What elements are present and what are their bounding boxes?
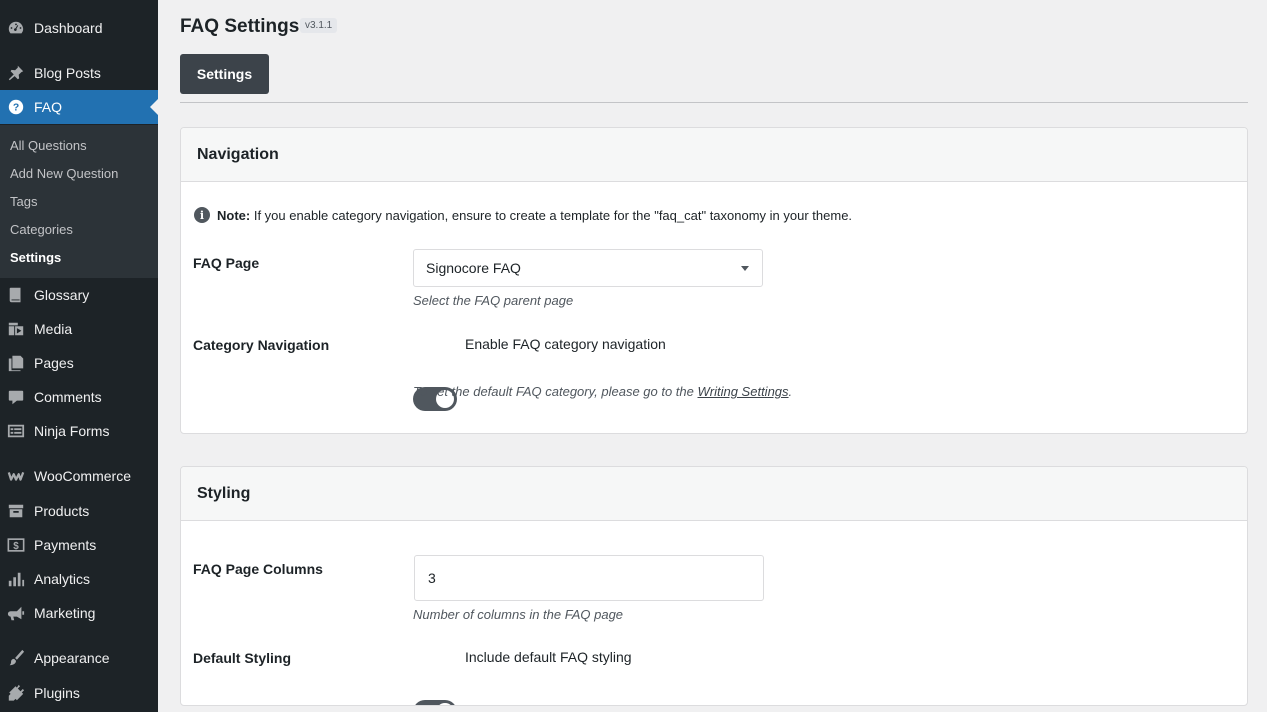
menu-item-ninja-forms[interactable]: Ninja Forms [0, 414, 158, 448]
menu-item-appearance[interactable]: Appearance [0, 641, 158, 675]
svg-text:$: $ [13, 541, 19, 552]
bar-chart-icon [6, 569, 26, 589]
media-icon [6, 319, 26, 339]
menu-item-woocommerce[interactable]: WooCommerce [0, 459, 158, 493]
menu-label: Products [34, 503, 90, 519]
woocommerce-icon [6, 466, 26, 486]
default-styling-label: Default Styling [193, 650, 292, 666]
toggle-knob [436, 703, 454, 705]
note-label: Note: [217, 207, 251, 223]
svg-text:?: ? [13, 103, 19, 114]
faq-page-help: Select the FAQ parent page [413, 293, 574, 308]
menu-label: Pages [34, 355, 74, 371]
writing-hint-end: . [788, 384, 793, 399]
faq-page-selected-value: Signocore FAQ [426, 260, 521, 276]
faq-page-columns-label: FAQ Page Columns [193, 561, 323, 577]
menu-label: Dashboard [34, 20, 103, 36]
version-badge: v3.1.1 [300, 18, 338, 33]
styling-card-title: Styling [181, 467, 1247, 521]
menu-label: Plugins [34, 685, 80, 701]
navigation-card: Navigation i Note: If you enable categor… [180, 127, 1248, 434]
menu-label: Payments [34, 537, 97, 553]
writing-hint-text: To set the default FAQ category, please … [413, 384, 698, 399]
question-circle-icon: ? [6, 97, 26, 117]
submenu-tags[interactable]: Tags [10, 194, 37, 209]
menu-item-media[interactable]: Media [0, 312, 158, 346]
menu-label: FAQ [34, 99, 63, 115]
plug-icon [6, 683, 26, 703]
megaphone-icon [6, 603, 26, 623]
menu-label: Blog Posts [34, 65, 101, 81]
submenu-settings[interactable]: Settings [10, 250, 61, 265]
info-icon: i [194, 207, 210, 223]
comment-icon [6, 387, 26, 407]
faq-submenu: All Questions Add New Question Tags Cate… [0, 125, 158, 278]
navigation-card-title: Navigation [181, 128, 1247, 182]
pages-icon [6, 353, 26, 373]
tab-settings[interactable]: Settings [180, 54, 269, 94]
menu-item-analytics[interactable]: Analytics [0, 562, 158, 596]
menu-label: Ninja Forms [34, 423, 110, 439]
chevron-down-icon [741, 266, 749, 271]
admin-sidebar: Dashboard Blog Posts ? FAQ All Questions… [0, 0, 158, 712]
faq-page-label: FAQ Page [193, 255, 260, 271]
book-icon [6, 285, 26, 305]
menu-item-blog-posts[interactable]: Blog Posts [0, 56, 158, 90]
menu-item-products[interactable]: Products [0, 494, 158, 528]
menu-label: Glossary [34, 287, 90, 303]
dashboard-icon [6, 18, 26, 38]
menu-label: WooCommerce [34, 468, 131, 484]
faq-page-columns-input[interactable] [414, 555, 764, 601]
menu-item-faq[interactable]: ? FAQ [0, 90, 158, 124]
menu-item-dashboard[interactable]: Dashboard [0, 11, 158, 45]
menu-item-comments[interactable]: Comments [0, 380, 158, 414]
menu-label: Appearance [34, 650, 110, 666]
form-icon [6, 421, 26, 441]
pin-icon [6, 63, 26, 83]
styling-card: Styling FAQ Page Columns Number of colum… [180, 466, 1248, 706]
default-styling-toggle-label: Include default FAQ styling [465, 649, 632, 665]
default-styling-toggle[interactable] [413, 700, 457, 705]
submenu-add-new-question[interactable]: Add New Question [10, 166, 118, 181]
tab-divider [180, 102, 1248, 103]
menu-item-plugins[interactable]: Plugins [0, 676, 158, 710]
category-navigation-note: i Note: If you enable category navigatio… [194, 207, 852, 223]
faq-page-columns-help: Number of columns in the FAQ page [413, 607, 624, 622]
submenu-categories[interactable]: Categories [10, 222, 73, 237]
category-navigation-label: Category Navigation [193, 337, 330, 353]
menu-item-pages[interactable]: Pages [0, 346, 158, 380]
writing-settings-link[interactable]: Writing Settings [698, 384, 789, 399]
page-title: FAQ Settings [180, 16, 300, 37]
category-navigation-toggle-label: Enable FAQ category navigation [465, 336, 666, 352]
dollar-icon: $ [6, 535, 26, 555]
menu-item-marketing[interactable]: Marketing [0, 596, 158, 630]
paintbrush-icon [6, 648, 26, 668]
menu-item-glossary[interactable]: Glossary [0, 278, 158, 312]
note-text: If you enable category navigation, ensur… [253, 207, 853, 223]
menu-label: Analytics [34, 571, 91, 587]
menu-label: Media [34, 321, 73, 337]
menu-label: Comments [34, 389, 102, 405]
menu-label: Marketing [34, 605, 96, 621]
archive-icon [6, 501, 26, 521]
writing-settings-hint: To set the default FAQ category, please … [413, 384, 792, 399]
faq-page-select[interactable]: Signocore FAQ [413, 249, 763, 287]
menu-item-payments[interactable]: $ Payments [0, 528, 158, 562]
submenu-all-questions[interactable]: All Questions [10, 138, 87, 153]
